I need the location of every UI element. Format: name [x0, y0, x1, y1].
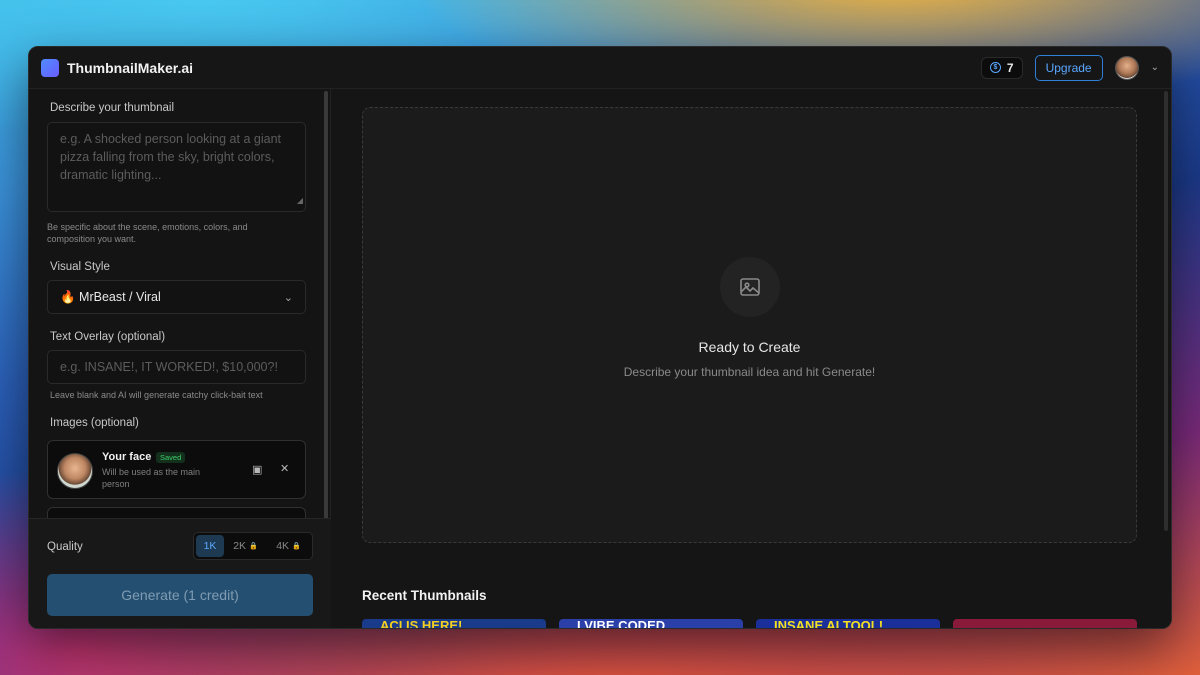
quality-selector[interactable]: 1K 2K 🔒 4K 🔒	[193, 532, 313, 560]
lock-icon: 🔒	[249, 543, 258, 550]
overlay-label: Text Overlay (optional)	[50, 331, 166, 343]
preview-canvas: Ready to Create Describe your thumbnail …	[362, 107, 1137, 543]
describe-textarea[interactable]: e.g. A shocked person looking at a giant…	[47, 122, 306, 212]
avatar[interactable]	[1114, 55, 1139, 80]
main-area: Ready to Create Describe your thumbnail …	[331, 89, 1171, 628]
saved-badge: Saved	[156, 452, 186, 463]
sidebar: Describe your thumbnail e.g. A shocked p…	[29, 89, 331, 628]
resize-handle-icon[interactable]: ◢	[297, 192, 303, 210]
style-value: 🔥 MrBeast / Viral	[60, 289, 161, 304]
overlay-hint: Leave blank and AI will generate catchy …	[50, 390, 263, 400]
lock-icon: 🔒	[292, 543, 301, 550]
chevron-down-icon: ⌄	[283, 291, 293, 304]
thumbnail-card[interactable]: INSANE AI TOOL!	[756, 619, 940, 629]
canvas-title: Ready to Create	[698, 339, 801, 355]
thumbnail-text: I VIBE CODED	[577, 619, 666, 629]
thumbnail-card[interactable]	[953, 619, 1137, 628]
brand-name: ThumbnailMaker.ai	[67, 59, 194, 76]
bottom-panel: Quality 1K 2K 🔒 4K 🔒 Generate (1 credit)	[29, 518, 331, 628]
app-window: ThumbnailMaker.ai $ 7 Upgrade ⌄ Describe…	[28, 46, 1172, 629]
style-select[interactable]: 🔥 MrBeast / Viral ⌄	[47, 280, 306, 314]
quality-label: Quality	[47, 541, 83, 553]
credits-badge[interactable]: $ 7	[980, 56, 1023, 79]
thumbnail-card[interactable]: I VIBE CODED	[559, 619, 743, 629]
quality-option-label: 2K	[233, 540, 247, 552]
face-card[interactable]: Your face Saved Will be used as the main…	[47, 440, 306, 499]
face-title: Your face	[102, 451, 152, 463]
overlay-placeholder: e.g. INSANE!, IT WORKED!, $10,000?!	[60, 360, 278, 374]
thumbnail-text: ACI IS HERE!	[380, 619, 463, 629]
thumbnail-card[interactable]: ACI IS HERE!	[362, 619, 546, 629]
quality-option-4k[interactable]: 4K 🔒	[267, 535, 310, 557]
coin-icon: $	[989, 62, 1001, 73]
main-scrollbar[interactable]	[1164, 91, 1168, 531]
quality-option-label: 1K	[203, 540, 217, 552]
generate-button[interactable]: Generate (1 credit)	[47, 574, 313, 616]
close-icon[interactable]: ✕	[280, 462, 289, 475]
image-icon[interactable]: ▣	[252, 463, 262, 476]
describe-hint: Be specific about the scene, emotions, c…	[47, 222, 248, 244]
recent-title: Recent Thumbnails	[362, 588, 487, 603]
overlay-input[interactable]: e.g. INSANE!, IT WORKED!, $10,000?!	[47, 350, 306, 384]
style-label: Visual Style	[50, 261, 110, 273]
quality-option-label: 4K	[276, 540, 290, 552]
thumbnail-text: INSANE AI TOOL!	[774, 619, 884, 629]
describe-label: Describe your thumbnail	[50, 102, 175, 114]
upgrade-button[interactable]: Upgrade	[1034, 54, 1103, 81]
image-icon	[720, 257, 780, 317]
sidebar-scrollbar[interactable]	[324, 91, 328, 521]
quality-option-1k[interactable]: 1K	[196, 535, 224, 557]
logo-icon	[41, 58, 59, 77]
quality-option-2k[interactable]: 2K 🔒	[224, 535, 267, 557]
chevron-down-icon[interactable]: ⌄	[1151, 62, 1159, 73]
credits-count: 7	[1006, 60, 1014, 75]
face-desc: Will be used as the main person	[102, 467, 201, 489]
recent-thumbnails: ACI IS HERE! I VIBE CODED INSANE AI TOOL…	[362, 619, 1137, 629]
top-bar: ThumbnailMaker.ai $ 7 Upgrade ⌄	[29, 47, 1171, 89]
describe-placeholder: e.g. A shocked person looking at a giant…	[60, 132, 281, 182]
canvas-subtitle: Describe your thumbnail idea and hit Gen…	[623, 365, 876, 379]
face-thumbnail	[57, 453, 93, 489]
images-label: Images (optional)	[50, 417, 139, 429]
